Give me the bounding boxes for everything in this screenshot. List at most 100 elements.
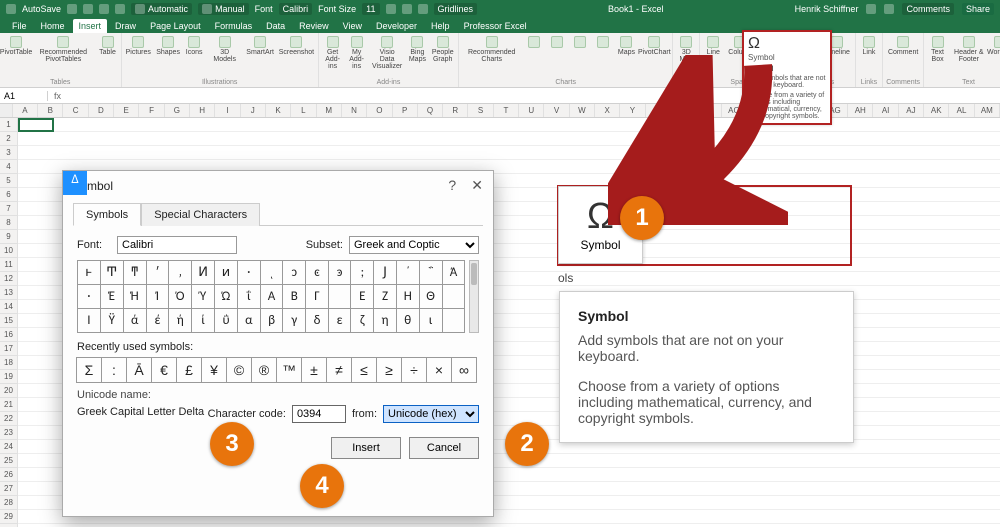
col-AL[interactable]: AL	[949, 104, 974, 117]
row-11[interactable]: 11	[0, 258, 18, 272]
row-17[interactable]: 17	[0, 342, 18, 356]
symbol-cell[interactable]: ͺ	[260, 261, 283, 285]
col-AJ[interactable]: AJ	[899, 104, 924, 117]
menu-developer[interactable]: Developer	[370, 19, 423, 33]
col-AI[interactable]: AI	[873, 104, 898, 117]
ribbon-my-add-ins[interactable]: My Add-ins	[346, 35, 367, 71]
symbol-cell[interactable]: Ό	[169, 285, 192, 309]
ribbon-collapse-icon[interactable]	[884, 4, 894, 14]
ribbon-smartart[interactable]: SmartArt	[245, 35, 275, 57]
symbol-scrollbar[interactable]	[469, 260, 479, 333]
ribbon-chart-type[interactable]	[524, 35, 544, 50]
charcode-input[interactable]	[292, 405, 346, 423]
col-D[interactable]: D	[89, 104, 114, 117]
ribbon-get-add-ins[interactable]: Get Add-ins	[322, 35, 343, 71]
symbol-cell[interactable]: Ζ	[374, 285, 397, 309]
col-Q[interactable]: Q	[418, 104, 443, 117]
row-29[interactable]: 29	[0, 510, 18, 524]
comments-button[interactable]: Comments	[902, 3, 954, 15]
symbol-cell[interactable]: ά	[123, 309, 146, 333]
help-icon[interactable]: ?	[448, 177, 456, 193]
ribbon-pictures[interactable]: Pictures	[125, 35, 153, 57]
menu-formulas[interactable]: Formulas	[209, 19, 259, 33]
row-12[interactable]: 12	[0, 272, 18, 286]
symbol-cell[interactable]: Ή	[123, 285, 146, 309]
tab-special-characters[interactable]: Special Characters	[141, 203, 260, 226]
name-box[interactable]: A1	[0, 91, 48, 101]
col-O[interactable]: O	[367, 104, 392, 117]
symbol-cell[interactable]: ͽ	[328, 261, 351, 285]
menu-view[interactable]: View	[337, 19, 368, 33]
menu-draw[interactable]: Draw	[109, 19, 142, 33]
col-AK[interactable]: AK	[924, 104, 949, 117]
col-AH[interactable]: AH	[848, 104, 873, 117]
col-M[interactable]: M	[317, 104, 342, 117]
row-14[interactable]: 14	[0, 300, 18, 314]
col-R[interactable]: R	[443, 104, 468, 117]
col-I[interactable]: I	[215, 104, 240, 117]
calc-mode-manual[interactable]: Manual	[198, 3, 249, 15]
undo-icon[interactable]	[99, 4, 109, 14]
recent-symbol[interactable]: ©	[226, 357, 252, 383]
close-icon[interactable]: ✕	[471, 177, 483, 193]
col-AM[interactable]: AM	[975, 104, 1000, 117]
col-C[interactable]: C	[63, 104, 88, 117]
row-13[interactable]: 13	[0, 286, 18, 300]
recent-symbol[interactable]: ®	[251, 357, 277, 383]
cancel-button[interactable]: Cancel	[409, 437, 479, 459]
symbol-cell[interactable]: Ύ	[192, 285, 215, 309]
row-6[interactable]: 6	[0, 188, 18, 202]
symbol-cell[interactable]: ί	[192, 309, 215, 333]
recent-symbol[interactable]: €	[151, 357, 177, 383]
symbol-cell[interactable]: ΐ	[237, 285, 260, 309]
user-avatar[interactable]	[866, 4, 876, 14]
symbol-cell[interactable]: γ	[283, 309, 306, 333]
recent-symbol[interactable]: ×	[426, 357, 452, 383]
ribbon-chart-type[interactable]	[547, 35, 567, 50]
symbol-cell[interactable]: ;	[351, 261, 374, 285]
ribbon-text-box[interactable]: Text Box	[927, 35, 948, 64]
col-U[interactable]: U	[519, 104, 544, 117]
ribbon-pivottable[interactable]: PivotTable	[3, 35, 29, 57]
symbol-cell[interactable]: Ͳ	[100, 261, 123, 285]
row-23[interactable]: 23	[0, 426, 18, 440]
symbol-cell[interactable]: ή	[169, 309, 192, 333]
row-24[interactable]: 24	[0, 440, 18, 454]
row-8[interactable]: 8	[0, 216, 18, 230]
row-27[interactable]: 27	[0, 482, 18, 496]
symbol-cell[interactable]: β	[260, 309, 283, 333]
menu-insert[interactable]: Insert	[73, 19, 108, 33]
recent-symbol[interactable]: ≤	[351, 357, 377, 383]
ribbon-bing-maps[interactable]: Bing Maps	[407, 35, 427, 64]
symbol-cell[interactable]: ΅	[419, 261, 442, 285]
col-P[interactable]: P	[393, 104, 418, 117]
row-19[interactable]: 19	[0, 370, 18, 384]
row-1[interactable]: 1	[0, 118, 18, 132]
row-26[interactable]: 26	[0, 468, 18, 482]
recent-symbol[interactable]: £	[176, 357, 202, 383]
menu-file[interactable]: File	[6, 19, 33, 33]
row-5[interactable]: 5	[0, 174, 18, 188]
col-X[interactable]: X	[595, 104, 620, 117]
recent-symbol[interactable]: ÷	[401, 357, 427, 383]
ribbon-comment[interactable]: Comment	[886, 35, 920, 57]
col-Y[interactable]: Y	[620, 104, 645, 117]
col-W[interactable]: W	[570, 104, 595, 117]
fontsize-select[interactable]: 11	[362, 3, 379, 15]
ribbon-screenshot[interactable]: Screenshot	[278, 35, 315, 57]
symbol-cell[interactable]: ΄	[396, 261, 419, 285]
recent-symbol[interactable]: ∞	[451, 357, 477, 383]
col-L[interactable]: L	[291, 104, 316, 117]
symbol-cell[interactable]: Ι	[78, 309, 101, 333]
col-J[interactable]: J	[241, 104, 266, 117]
recent-symbol[interactable]: ≥	[376, 357, 402, 383]
calc-mode-auto[interactable]: Automatic	[131, 3, 192, 15]
menu-home[interactable]: Home	[35, 19, 71, 33]
ribbon-wordart[interactable]: WordArt	[990, 35, 1000, 57]
symbol-cell[interactable]: η	[374, 309, 397, 333]
menu-professor-excel[interactable]: Professor Excel	[458, 19, 533, 33]
symbol-cell[interactable]: ͱ	[78, 261, 101, 285]
tab-symbols[interactable]: Symbols	[73, 203, 141, 226]
row-18[interactable]: 18	[0, 356, 18, 370]
format-painter-icon[interactable]	[418, 4, 428, 14]
